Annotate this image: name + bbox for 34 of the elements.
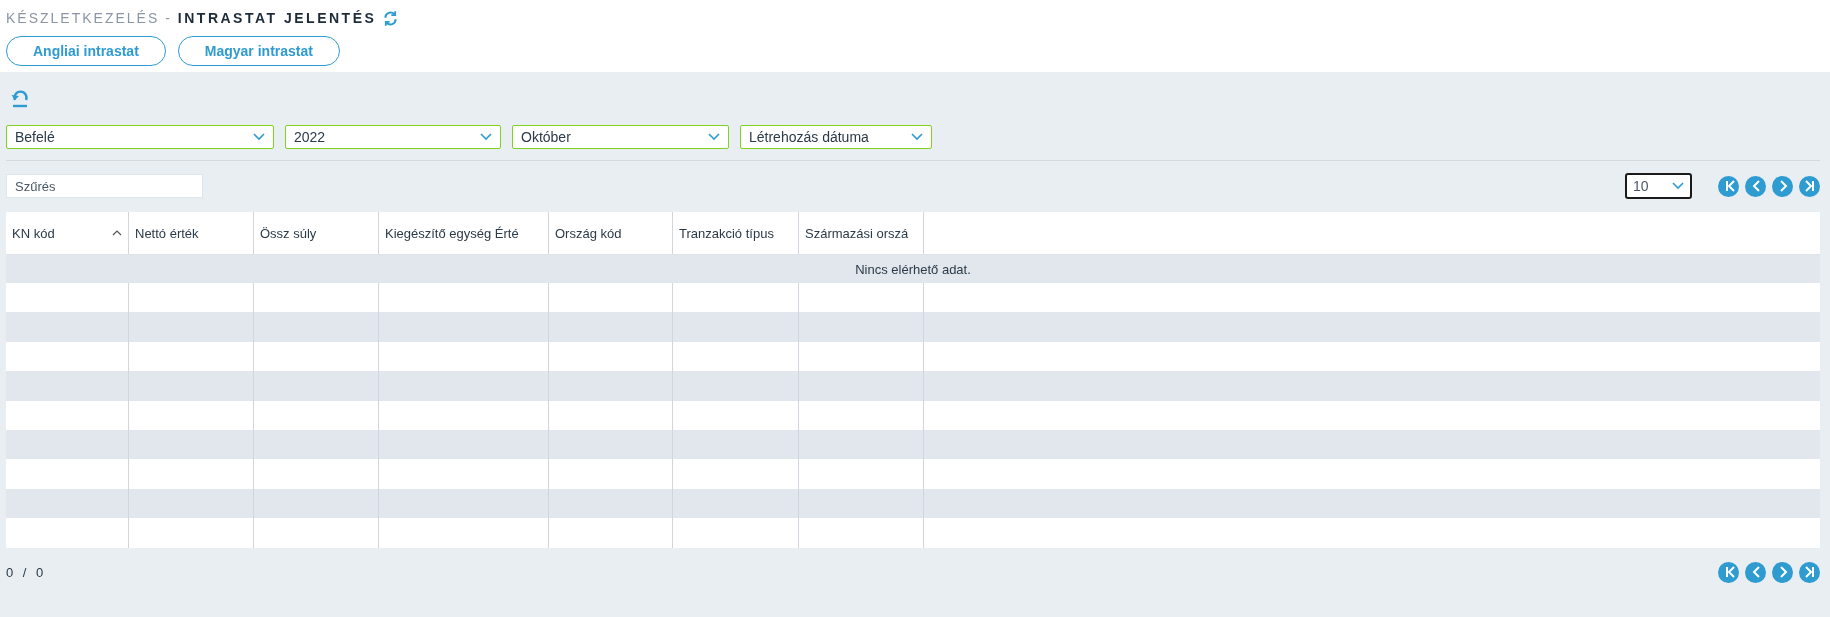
page-size-select[interactable]: 10 bbox=[1625, 173, 1692, 199]
chevron-down-icon bbox=[253, 133, 265, 141]
filter-dropdown[interactable]: Befelé bbox=[6, 125, 274, 149]
column-header[interactable]: Össz súly bbox=[254, 212, 379, 254]
column-header[interactable]: Ország kód bbox=[549, 212, 673, 254]
column-header[interactable]: KN kód bbox=[6, 212, 129, 254]
chevron-down-icon bbox=[708, 133, 720, 141]
next-page-button[interactable] bbox=[1772, 561, 1793, 583]
search-field[interactable]: Szűrés bbox=[6, 174, 203, 198]
previous-page-button[interactable] bbox=[1745, 561, 1766, 583]
empty-table-message: Nincs elérhető adat. bbox=[6, 255, 1820, 283]
sort-ascending-icon bbox=[112, 230, 122, 236]
chevron-down-icon bbox=[1672, 182, 1684, 190]
chevron-down-icon bbox=[911, 133, 923, 141]
column-header[interactable]: Nettó érték bbox=[129, 212, 254, 254]
refresh-icon[interactable] bbox=[382, 9, 400, 27]
previous-page-button[interactable] bbox=[1745, 175, 1766, 197]
first-page-button[interactable] bbox=[1718, 561, 1739, 583]
undo-icon[interactable] bbox=[10, 88, 30, 108]
filter-dropdown[interactable]: Létrehozás dátuma bbox=[740, 125, 932, 149]
last-page-icon bbox=[1802, 565, 1817, 579]
column-header[interactable]: Kiegészítő egység Érté bbox=[379, 212, 549, 254]
last-page-button[interactable] bbox=[1799, 175, 1820, 197]
chevron-down-icon bbox=[480, 133, 492, 141]
column-header[interactable]: Származási orszá bbox=[799, 212, 924, 254]
page-title: INTRASTAT JELENTÉS bbox=[177, 10, 377, 26]
first-page-button[interactable] bbox=[1718, 175, 1739, 197]
column-header[interactable]: Tranzakció típus bbox=[673, 212, 799, 254]
filter-dropdown[interactable]: 2022 bbox=[285, 125, 501, 149]
filter-dropdown[interactable]: Október bbox=[512, 125, 729, 149]
last-page-icon bbox=[1802, 179, 1817, 193]
record-count: 0 / 0 bbox=[6, 564, 44, 580]
next-page-button[interactable] bbox=[1772, 175, 1793, 197]
last-page-button[interactable] bbox=[1799, 561, 1820, 583]
